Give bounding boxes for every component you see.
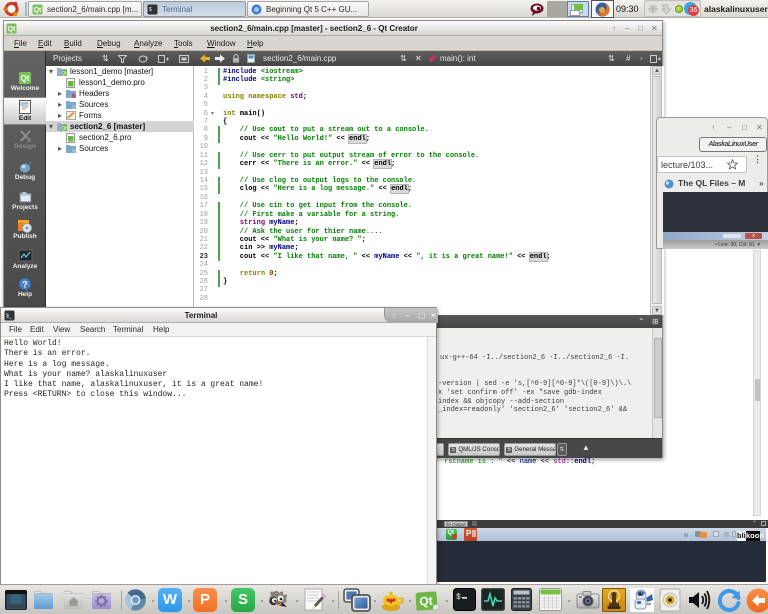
svg-text:Qt: Qt [34, 7, 42, 14]
svg-text:Qt: Qt [419, 594, 433, 609]
svg-text:Qt: Qt [61, 126, 67, 131]
svg-text:Qt: Qt [61, 71, 67, 76]
svg-text:$: $ [149, 7, 152, 13]
svg-text:$: $ [456, 593, 461, 602]
svg-text:?: ? [22, 280, 28, 290]
svg-text:c+: c+ [73, 105, 77, 110]
svg-text:h: h [72, 94, 76, 98]
svg-text:c+: c+ [73, 149, 77, 154]
svg-text:Qt: Qt [20, 74, 29, 83]
